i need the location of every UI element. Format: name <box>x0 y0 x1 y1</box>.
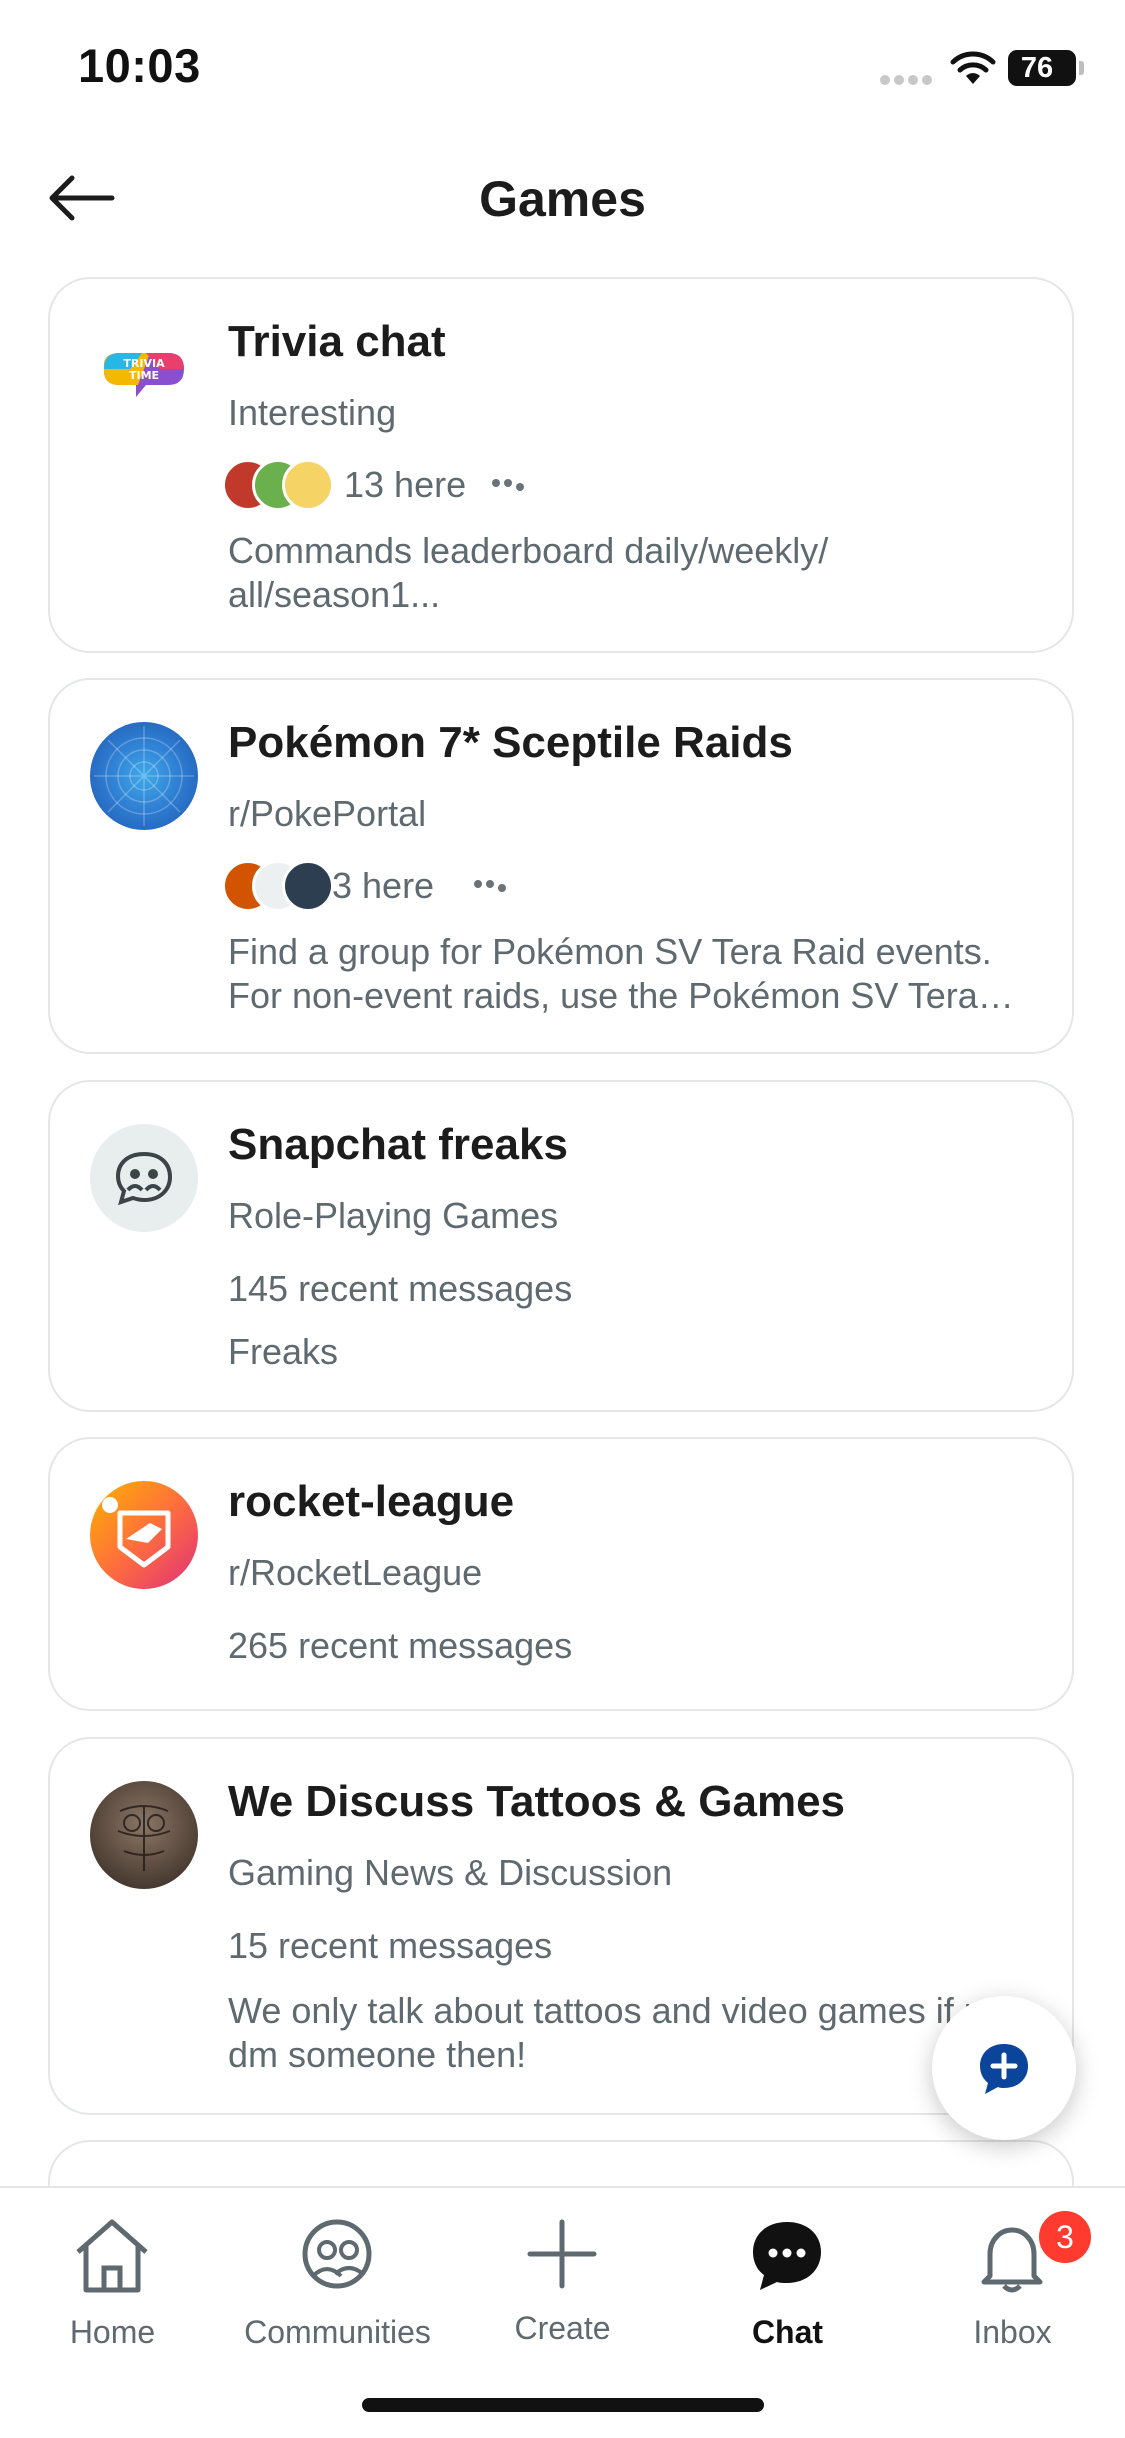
trivia-time-logo: TRIVIA TIME <box>90 321 198 429</box>
plus-icon <box>527 2219 597 2289</box>
channel-title: Pokémon 7* Sceptile Raids <box>228 718 793 767</box>
group-chat-icon <box>90 1124 198 1232</box>
channel-title: rocket-league <box>228 1477 515 1526</box>
tab-label: Chat <box>751 2314 824 2350</box>
recent-messages-count: 265 recent messages <box>228 1625 573 1666</box>
channel-subtitle: Role-Playing Games <box>228 1195 559 1236</box>
chat-channel-card[interactable]: TRIVIA TIME Trivia chat Interesting 13 h… <box>48 277 1074 653</box>
member-avatars <box>222 459 334 511</box>
home-icon <box>76 2219 148 2293</box>
notification-badge: 3 <box>1036 2208 1094 2266</box>
tab-label: Inbox <box>973 2314 1052 2350</box>
channel-subtitle: Interesting <box>228 392 397 433</box>
tab-label: Create <box>514 2310 611 2346</box>
chat-channel-card[interactable]: We Discuss Tattoos & Games Gaming News &… <box>48 1737 1074 2115</box>
tab-label: Communities <box>244 2314 431 2350</box>
channel-description: Find a group for Pokémon SV Tera Raid ev… <box>228 931 992 1016</box>
wifi-icon <box>950 51 996 84</box>
online-count: 13 here <box>344 464 467 505</box>
tab-home[interactable]: Home <box>0 2210 225 2360</box>
channel-subtitle: Gaming News & Discussion <box>228 1852 673 1893</box>
channel-title: Trivia chat <box>228 317 446 366</box>
page-title: Games <box>479 171 646 227</box>
pokeportal-logo <box>90 722 198 830</box>
header: Games <box>0 150 1125 250</box>
communities-icon <box>302 2219 372 2289</box>
status-time: 10:03 <box>78 39 201 92</box>
cellular-signal-icon <box>880 72 936 86</box>
channel-description: Commands leaderboard daily/weekly/ all/s… <box>228 530 829 615</box>
tab-communities[interactable]: Communities <box>225 2210 450 2360</box>
tab-inbox[interactable]: 3 Inbox <box>900 2208 1125 2360</box>
tab-chat[interactable]: Chat <box>675 2210 900 2360</box>
recent-messages-count: 145 recent messages <box>228 1268 573 1309</box>
channel-subtitle: r/RocketLeague <box>228 1552 483 1593</box>
typing-dots-icon <box>474 880 506 892</box>
home-indicator <box>362 2398 764 2412</box>
channel-title: Snapchat freaks <box>228 1120 568 1169</box>
chat-icon <box>753 2222 821 2290</box>
channel-title: We Discuss Tattoos & Games <box>228 1777 846 1826</box>
channel-description: We only talk about tattoos and video gam… <box>228 1990 1024 2075</box>
tab-label: Home <box>69 2314 156 2350</box>
new-chat-button[interactable] <box>932 1996 1076 2140</box>
battery-icon: 76 <box>1008 50 1076 86</box>
tab-create[interactable]: Create <box>450 2210 675 2360</box>
chat-channel-card[interactable]: rocket-league r/RocketLeague 265 recent … <box>48 1437 1074 1711</box>
member-avatar <box>282 459 334 511</box>
battery-level: 76 <box>1020 52 1054 84</box>
typing-dots-icon <box>492 479 524 491</box>
recent-messages-count: 15 recent messages <box>228 1925 553 1966</box>
status-bar: 10:03 76 <box>0 0 1125 140</box>
trivia-logo-text-2: TIME <box>129 369 159 382</box>
channel-description: Freaks <box>228 1331 339 1372</box>
member-avatar <box>282 860 334 912</box>
online-count: 3 here <box>332 865 435 906</box>
member-avatars <box>222 860 334 912</box>
rocket-league-logo <box>90 1481 198 1589</box>
chat-channel-card[interactable]: Snapchat freaks Role-Playing Games 145 r… <box>48 1080 1074 1412</box>
add-chat-icon <box>980 2044 1028 2094</box>
channel-subtitle: r/PokePortal <box>228 793 427 834</box>
chat-channel-card[interactable]: Pokémon 7* Sceptile Raids r/PokePortal 3… <box>48 678 1074 1054</box>
tattoo-community-avatar <box>90 1781 198 1889</box>
